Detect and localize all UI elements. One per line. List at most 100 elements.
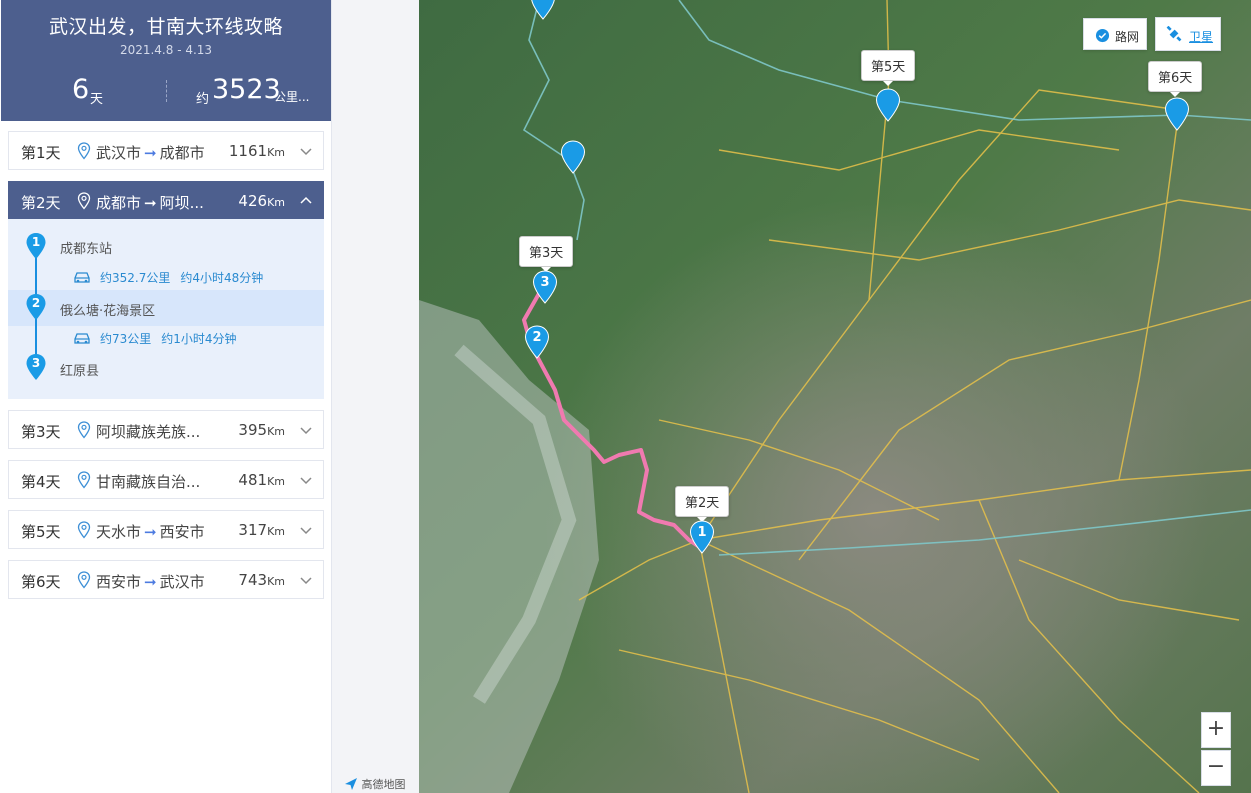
trip-days-value: 6 [72, 74, 90, 105]
chevron-up-icon[interactable] [299, 194, 313, 208]
stop-name[interactable]: 成都东站 [60, 238, 112, 257]
amap-logo-icon [345, 778, 357, 790]
stop-marker-1[interactable]: 1 [25, 232, 47, 260]
marker-pin-icon [1164, 97, 1190, 131]
stop-marker-3[interactable]: 3 [25, 353, 47, 381]
map-pin-extra[interactable] [560, 140, 586, 174]
app-window: 武汉出发，甘南大环线攻略 2021.4.8 - 4.13 6 天 约 3523 … [0, 0, 1251, 793]
segment-distance: 约73公里 [100, 332, 152, 346]
location-pin-icon [77, 421, 91, 439]
map-pin-3[interactable]: 3 [532, 270, 558, 304]
route-segment-2: 约73公里 约1小时4分钟 [72, 330, 237, 347]
itinerary-sidebar: 武汉出发，甘南大环线攻略 2021.4.8 - 4.13 6 天 约 3523 … [0, 0, 332, 793]
stop-number: 1 [31, 235, 41, 249]
day-2-detail-panel: 1 成都东站 约352.7公里 约4小时48分钟 2 俄么塘·花海景区 约73公里… [8, 219, 324, 399]
day-km-value: 426 [238, 192, 268, 210]
day-route: 甘南藏族自治... [96, 473, 201, 491]
day-label: 第2天 [21, 194, 61, 212]
day-card-2[interactable]: 第2天 成都市 ➞ 阿坝... 426Km [8, 181, 324, 220]
day-card-5[interactable]: 第5天 天水市 ➞ 西安市 317Km [8, 510, 324, 549]
map-pin-2[interactable]: 2 [524, 325, 550, 359]
chevron-down-icon[interactable] [299, 473, 313, 487]
stop-marker-2[interactable]: 2 [25, 293, 47, 321]
map-label-day2[interactable]: 第2天 [675, 486, 730, 522]
route-from: 武汉市 [96, 144, 142, 162]
satellite-toggle[interactable]: 卫星 [1155, 17, 1221, 51]
day-km-value: 743 [238, 571, 268, 589]
trip-distance-value: 3523 [212, 74, 281, 105]
pin-number: 3 [540, 275, 550, 290]
segment-duration: 约4小时48分钟 [180, 271, 264, 285]
trip-dates: 2021.4.8 - 4.13 [119, 43, 213, 57]
chevron-down-icon[interactable] [299, 573, 313, 587]
location-pin-icon [77, 192, 91, 210]
zoom-out-button[interactable]: − [1201, 750, 1231, 786]
chevron-down-icon[interactable] [299, 144, 313, 158]
day-km-unit: Km [267, 425, 285, 438]
satellite-map-canvas[interactable] [419, 0, 1251, 793]
chevron-down-icon[interactable] [299, 523, 313, 537]
map-pin-extra[interactable] [530, 0, 556, 20]
day-km-value: 1161 [228, 142, 268, 160]
trip-distance-unit: 公里... [274, 90, 310, 104]
route-to: 武汉市 [159, 573, 205, 591]
road-network-label: 路网 [1115, 30, 1140, 44]
pin-number: 1 [697, 525, 707, 540]
day-km-unit: Km [267, 196, 285, 209]
check-circle-icon [1095, 28, 1110, 43]
road-network-toggle[interactable]: 路网 [1083, 18, 1147, 50]
segment-distance: 约352.7公里 [100, 271, 171, 285]
map-pin-day6[interactable] [1164, 97, 1190, 131]
day-label: 第3天 [21, 423, 61, 441]
pin-number: 2 [532, 330, 542, 345]
day-distance: 317Km [238, 521, 285, 539]
chevron-down-icon[interactable] [299, 423, 313, 437]
map-label-day6[interactable]: 第6天 [1148, 61, 1203, 97]
location-pin-icon [77, 471, 91, 489]
day-card-4[interactable]: 第4天 甘南藏族自治... 481Km [8, 460, 324, 499]
map-label-day5[interactable]: 第5天 [861, 50, 916, 86]
route-to: 阿坝... [159, 194, 204, 212]
stop-name[interactable]: 俄么塘·花海景区 [60, 300, 155, 319]
day-label: 第4天 [21, 473, 61, 491]
day-route: 天水市 ➞ 西安市 [96, 521, 205, 542]
day-distance: 426Km [238, 192, 285, 210]
day-km-unit: Km [267, 146, 285, 159]
amap-logo: 高德地图 [344, 776, 406, 792]
location-pin-icon [77, 142, 91, 160]
car-icon [74, 333, 90, 344]
day-label: 第6天 [21, 573, 61, 591]
arrow-right-icon: ➞ [144, 573, 157, 591]
amap-logo-text: 高德地图 [361, 778, 406, 791]
stop-name[interactable]: 红原县 [60, 360, 99, 379]
day-km-unit: Km [267, 575, 285, 588]
day-label: 第5天 [21, 523, 61, 541]
day-distance: 481Km [238, 471, 285, 489]
location-pin-icon [77, 521, 91, 539]
car-icon [74, 272, 90, 283]
route-to: 成都市 [159, 144, 205, 162]
map-label-day3[interactable]: 第3天 [519, 236, 574, 272]
zoom-in-button[interactable]: + [1201, 712, 1231, 748]
stop-number: 2 [31, 296, 41, 310]
map-view[interactable]: 第3天 第2天 第5天 第6天 3 2 1 路网 卫星 + − 高德地图 [332, 0, 1251, 793]
day-route: 武汉市 ➞ 成都市 [96, 142, 205, 163]
header-divider [166, 80, 167, 102]
stop-number: 3 [31, 356, 41, 370]
day-card-3[interactable]: 第3天 阿坝藏族羌族... 395Km [8, 410, 324, 449]
day-label: 第1天 [21, 144, 61, 162]
route-from: 天水市 [96, 523, 142, 541]
day-card-6[interactable]: 第6天 西安市 ➞ 武汉市 743Km [8, 560, 324, 599]
marker-pin-icon [531, 0, 555, 20]
location-pin-icon [77, 571, 91, 589]
map-pin-day5[interactable] [875, 88, 901, 122]
arrow-right-icon: ➞ [144, 194, 157, 212]
map-pin-1[interactable]: 1 [689, 520, 715, 554]
day-route: 成都市 ➞ 阿坝... [96, 192, 204, 213]
marker-pin-icon [875, 88, 901, 122]
day-km-unit: Km [267, 525, 285, 538]
day-card-1[interactable]: 第1天 武汉市 ➞ 成都市 1161Km [8, 131, 324, 170]
day-distance: 1161Km [229, 142, 285, 160]
route-from: 西安市 [96, 573, 142, 591]
arrow-right-icon: ➞ [144, 144, 157, 162]
